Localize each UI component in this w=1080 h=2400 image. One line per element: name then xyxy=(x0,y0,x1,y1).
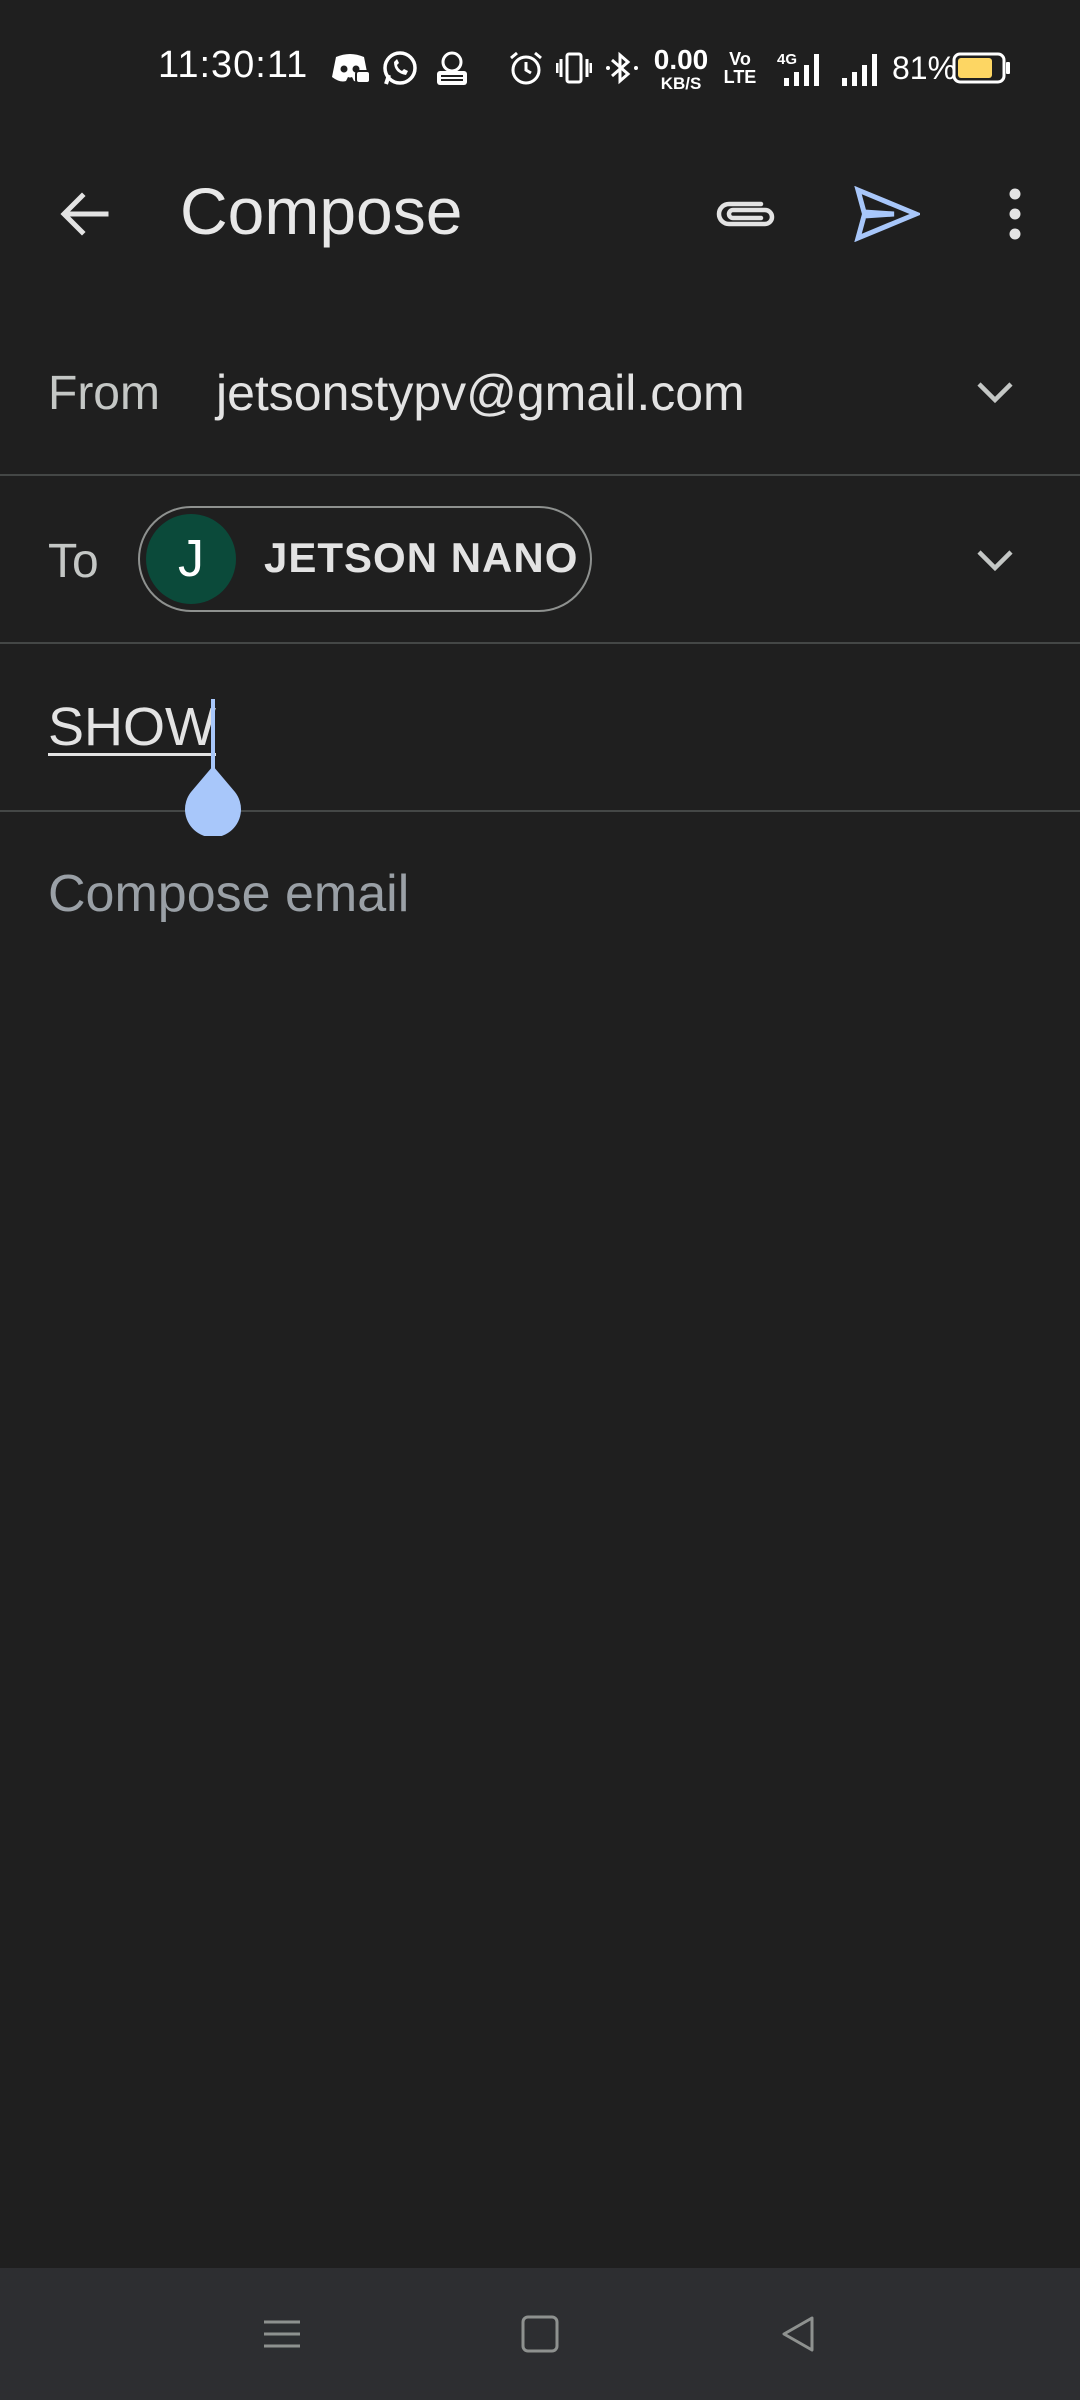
paperclip-icon xyxy=(716,201,775,227)
recipient-name: JETSON NANO xyxy=(264,534,579,581)
cursor-handle-icon xyxy=(185,766,241,838)
alarm-icon xyxy=(504,46,548,90)
to-expand-button[interactable] xyxy=(960,526,1030,596)
volte-top: Vo xyxy=(729,49,751,69)
chevron-down-icon xyxy=(977,550,1013,572)
volte-bottom: LTE xyxy=(723,67,757,87)
from-account[interactable]: jetsonstypv@gmail.com xyxy=(216,364,745,422)
volte-indicator: Vo LTE xyxy=(720,50,760,86)
send-button[interactable] xyxy=(842,174,932,254)
to-row[interactable]: To J JETSON NANO xyxy=(0,476,1080,644)
back-button[interactable] xyxy=(44,174,124,254)
status-bar: 11:30:11 0.00 KB/S Vo LTE 4G 81% xyxy=(0,0,1080,140)
app-icon xyxy=(430,46,474,90)
status-time: 11:30:11 xyxy=(158,44,309,86)
from-expand-button[interactable] xyxy=(960,358,1030,428)
subject-row[interactable]: SHOW xyxy=(0,644,1080,838)
attach-button[interactable] xyxy=(700,174,790,254)
network-speed-value: 0.00 xyxy=(653,44,709,75)
discord-icon xyxy=(328,46,372,90)
signal-4g-icon: 4G xyxy=(776,46,830,90)
network-speed-unit: KB/S xyxy=(660,74,702,93)
system-back-button[interactable] xyxy=(758,2294,838,2374)
recipient-chip[interactable]: J JETSON NANO xyxy=(138,506,592,612)
body-input[interactable]: Compose email xyxy=(48,864,409,924)
chevron-down-icon xyxy=(977,382,1013,404)
home-button[interactable] xyxy=(500,2294,580,2374)
from-row[interactable]: From jetsonstypv@gmail.com xyxy=(0,308,1080,476)
more-options-button[interactable] xyxy=(980,174,1050,254)
send-icon xyxy=(854,186,920,242)
battery-percent: 81% xyxy=(892,50,957,86)
text-selection-handle[interactable] xyxy=(181,764,245,838)
signal-icon xyxy=(840,46,886,90)
network-speed: 0.00 KB/S xyxy=(652,44,710,93)
subject-input[interactable]: SHOW xyxy=(48,696,216,758)
network-type-label: 4G xyxy=(777,51,797,68)
from-label: From xyxy=(48,367,160,420)
back-arrow-icon xyxy=(60,192,109,236)
page-title: Compose xyxy=(180,174,463,248)
battery-icon xyxy=(952,46,1012,90)
navigation-bar xyxy=(0,2268,1080,2400)
whatsapp-icon xyxy=(378,46,422,90)
compose-screen: 11:30:11 0.00 KB/S Vo LTE 4G 81% Compose… xyxy=(0,0,1080,2400)
back-triangle-icon xyxy=(782,2316,814,2352)
vibrate-icon xyxy=(554,46,594,90)
app-bar: Compose xyxy=(0,140,1080,280)
avatar: J xyxy=(146,514,236,604)
bluetooth-icon xyxy=(602,46,642,90)
more-vert-icon xyxy=(1009,188,1021,240)
menu-icon xyxy=(264,2320,300,2348)
text-cursor xyxy=(211,699,215,769)
recent-apps-button[interactable] xyxy=(242,2294,322,2374)
home-square-icon xyxy=(521,2315,559,2353)
to-label: To xyxy=(48,535,99,588)
